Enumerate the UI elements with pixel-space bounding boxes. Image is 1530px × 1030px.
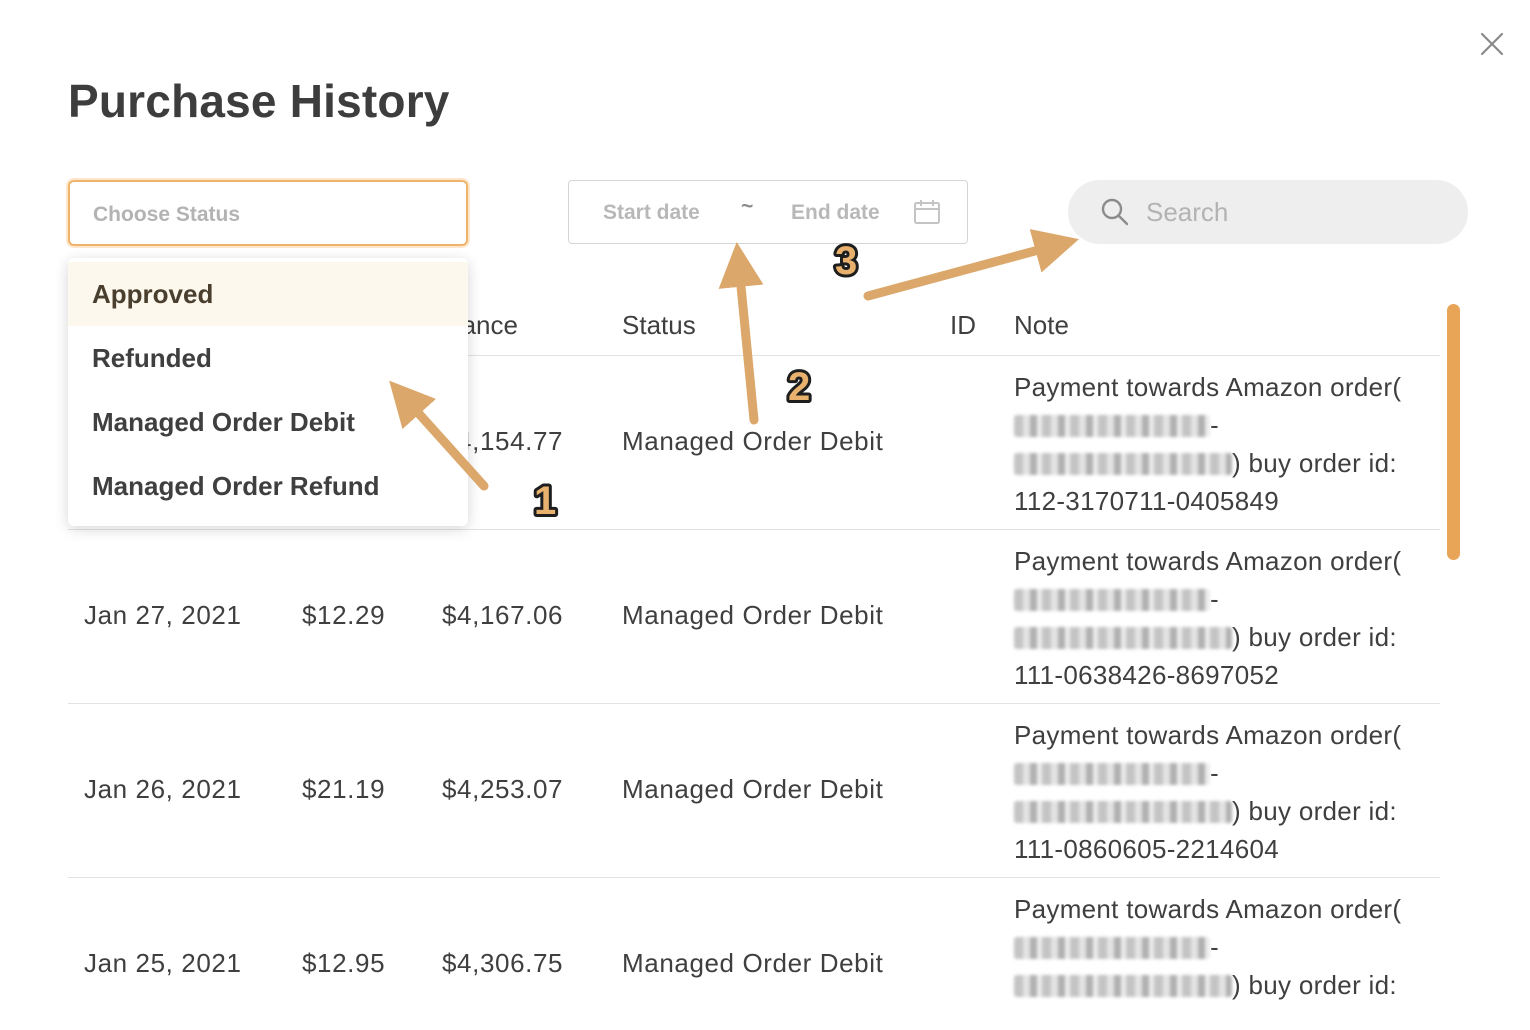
amount-cell: $12.95	[302, 948, 386, 978]
status-cell: Managed Order Debit	[622, 948, 884, 978]
search-icon	[1101, 198, 1129, 226]
status-option-managed-order-refund[interactable]: Managed Order Refund	[68, 454, 468, 518]
note-prefix: Payment towards Amazon order(	[1014, 546, 1402, 576]
redacted-order-number	[1014, 801, 1232, 823]
status-option-managed-order-debit[interactable]: Managed Order Debit	[68, 390, 468, 454]
search-box[interactable]	[1068, 180, 1468, 244]
note-tail: ) buy order id:	[1232, 448, 1397, 478]
status-cell: Managed Order Debit	[622, 600, 884, 630]
note-tail: ) buy order id:	[1232, 970, 1397, 1000]
status-select-placeholder: Choose Status	[93, 203, 241, 226]
redacted-order-number	[1014, 453, 1232, 475]
note-dash: -	[1210, 410, 1219, 440]
column-id[interactable]: ID	[950, 310, 976, 341]
date-range-picker[interactable]: Start date ~ End date	[568, 180, 968, 244]
order-id: 111-0860605-2214604	[1014, 834, 1279, 864]
date-cell: Jan 27, 2021	[84, 600, 242, 630]
redacted-order-number	[1014, 975, 1232, 997]
date-cell: Jan 26, 2021	[84, 774, 242, 804]
note-dash: -	[1210, 932, 1219, 962]
annotation-label-3: 3	[835, 239, 857, 283]
note-tail: ) buy order id:	[1232, 622, 1397, 652]
redacted-order-number	[1014, 937, 1210, 959]
status-cell: Managed Order Debit	[622, 774, 884, 804]
balance-cell: $4,253.07	[442, 774, 564, 804]
note-cell: Payment towards Amazon order( -) buy orde…	[1014, 716, 1434, 868]
note-prefix: Payment towards Amazon order(	[1014, 720, 1402, 750]
close-icon[interactable]	[1476, 28, 1508, 60]
page-title: Purchase History	[68, 75, 450, 127]
table-row[interactable]: Jan 27, 2021 $12.29 $4,167.06 Managed Or…	[68, 530, 1440, 704]
annotation-arrow-3	[863, 229, 1080, 301]
note-cell: Payment towards Amazon order( -) buy orde…	[1014, 368, 1434, 520]
note-prefix: Payment towards Amazon order(	[1014, 894, 1402, 924]
status-option-approved[interactable]: Approved	[68, 262, 468, 326]
order-id: 112-3170711-0405849	[1014, 486, 1279, 516]
start-date-input[interactable]: Start date	[603, 201, 700, 225]
status-cell: Managed Order Debit	[622, 426, 884, 456]
redacted-order-number	[1014, 627, 1232, 649]
redacted-order-number	[1014, 763, 1210, 785]
balance-cell: $4,167.06	[442, 600, 564, 630]
table-scrollbar[interactable]	[1447, 304, 1460, 560]
note-cell: Payment towards Amazon order( -) buy orde…	[1014, 542, 1434, 694]
amount-cell: $12.29	[302, 600, 386, 630]
table-row[interactable]: Jan 26, 2021 $21.19 $4,253.07 Managed Or…	[68, 704, 1440, 878]
redacted-order-number	[1014, 589, 1210, 611]
note-cell: Payment towards Amazon order( -) buy orde…	[1014, 890, 1434, 1004]
status-select[interactable]: Choose Status	[68, 180, 468, 246]
date-cell: Jan 25, 2021	[84, 948, 242, 978]
note-prefix: Payment towards Amazon order(	[1014, 372, 1402, 402]
table-row[interactable]: Jan 25, 2021 $12.95 $4,306.75 Managed Or…	[68, 878, 1440, 1030]
status-dropdown-menu: Approved Refunded Managed Order Debit Ma…	[68, 258, 468, 526]
note-tail: ) buy order id:	[1232, 796, 1397, 826]
order-id: 111-0638426-8697052	[1014, 660, 1279, 690]
status-option-refunded[interactable]: Refunded	[68, 326, 468, 390]
date-separator: ~	[741, 195, 754, 218]
end-date-input[interactable]: End date	[791, 201, 880, 225]
note-dash: -	[1210, 758, 1219, 788]
column-note[interactable]: Note	[1014, 310, 1069, 341]
calendar-icon[interactable]	[913, 198, 941, 226]
note-dash: -	[1210, 584, 1219, 614]
amount-cell: $21.19	[302, 774, 386, 804]
column-status[interactable]: Status	[622, 310, 696, 341]
search-input[interactable]	[1146, 192, 1446, 232]
balance-cell: $4,306.75	[442, 948, 564, 978]
redacted-order-number	[1014, 415, 1210, 437]
